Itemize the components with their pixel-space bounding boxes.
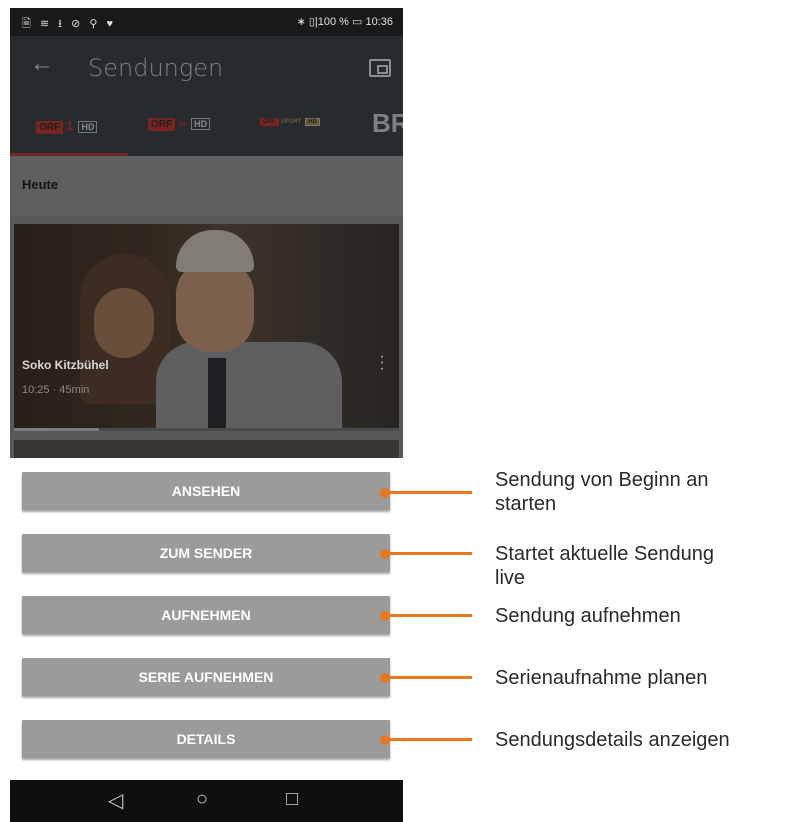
hd-badge: HD: [191, 118, 211, 130]
callout-line: [388, 614, 472, 617]
status-icons-left: 🗎 ≋ ⭳ ⊘ ⚲ ♥: [22, 18, 116, 30]
progress-fill: [14, 428, 99, 431]
phone-screen: 🗎 ≋ ⭳ ⊘ ⚲ ♥ ∗ ▯|100 % ▭ 10:36 ← Sendunge…: [10, 8, 403, 822]
orf-logo: ORF: [36, 121, 64, 134]
orf-logo: ORF: [260, 118, 279, 126]
action-sheet: ANSEHEN ZUM SENDER AUFNEHMEN SERIE AUFNE…: [10, 458, 403, 780]
callout-line: [388, 738, 472, 741]
page-title: Sendungen: [88, 54, 224, 82]
annotation-text: Sendung aufnehmen: [495, 605, 681, 627]
tab-channel-orf-sport[interactable]: ORF SPORT HD: [260, 118, 320, 138]
go-to-channel-button[interactable]: ZUM SENDER: [22, 534, 390, 572]
app-bar: ← Sendungen: [10, 36, 403, 100]
status-info-right: ∗ ▯|100 % ▭ 10:36: [296, 16, 393, 28]
annotation-details: Sendungsdetails anzeigen: [495, 728, 801, 752]
channel-mark: 1: [66, 118, 74, 133]
channel-mark: ∞: [178, 118, 187, 130]
details-button[interactable]: DETAILS: [22, 720, 390, 758]
callout-line: [388, 676, 472, 679]
watch-button[interactable]: ANSEHEN: [22, 472, 390, 510]
annotation-text: starten: [495, 493, 557, 515]
annotation-text: Serienaufnahme planen: [495, 667, 708, 689]
program-progress-bar: [14, 428, 399, 431]
date-header: Heute: [10, 156, 403, 216]
program-title: Soko Kitzbühel: [22, 358, 109, 372]
annotation-text: Startet aktuelle Sendung: [495, 543, 715, 565]
record-button[interactable]: AUFNEHMEN: [22, 596, 390, 634]
annotation-record-series: Serienaufnahme planen: [495, 666, 801, 690]
callout-line: [388, 552, 472, 555]
more-options-icon[interactable]: · · ·: [377, 349, 387, 377]
hd-badge: HD: [305, 118, 320, 126]
annotation-text: Sendungsdetails anzeigen: [495, 729, 730, 751]
cast-icon[interactable]: [369, 59, 391, 77]
annotation-text: live: [495, 567, 526, 589]
orf-logo: ORF: [148, 118, 176, 131]
nav-back-icon[interactable]: ◁: [108, 788, 123, 813]
callout-line: [388, 491, 472, 494]
annotation-text: Sendung von Beginn an: [495, 469, 709, 491]
program-meta: 10:25 · 45min: [22, 384, 90, 396]
status-bar: 🗎 ≋ ⭳ ⊘ ⚲ ♥ ∗ ▯|100 % ▭ 10:36: [10, 8, 403, 36]
tab-channel-orf1[interactable]: ORF 1 HD: [36, 118, 98, 138]
annotation-go-to-channel: Startet aktuelle Sendung live: [495, 542, 801, 590]
system-nav-bar: ◁ ○ □: [10, 780, 403, 822]
program-card-next[interactable]: [14, 440, 399, 460]
channel-tabs: ORF 1 HD ORF ∞ HD ORF SPORT HD BR: [10, 100, 403, 156]
tab-channel-orf3[interactable]: ORF ∞ HD: [148, 118, 211, 138]
hd-badge: HD: [78, 121, 98, 133]
annotation-watch: Sendung von Beginn an starten: [495, 468, 801, 516]
record-series-button[interactable]: SERIE AUFNEHMEN: [22, 658, 390, 696]
tab-channel-br[interactable]: BR: [372, 108, 403, 139]
channel-mark: SPORT: [280, 119, 302, 125]
nav-recents-icon[interactable]: □: [286, 788, 298, 811]
nav-home-icon[interactable]: ○: [196, 788, 208, 811]
thumbnail-overlay: [14, 224, 399, 428]
arrow-back-icon[interactable]: ←: [30, 52, 54, 76]
program-card[interactable]: Soko Kitzbühel 10:25 · 45min · · ·: [14, 224, 399, 428]
date-label: Heute: [22, 177, 59, 192]
annotation-record: Sendung aufnehmen: [495, 604, 801, 628]
